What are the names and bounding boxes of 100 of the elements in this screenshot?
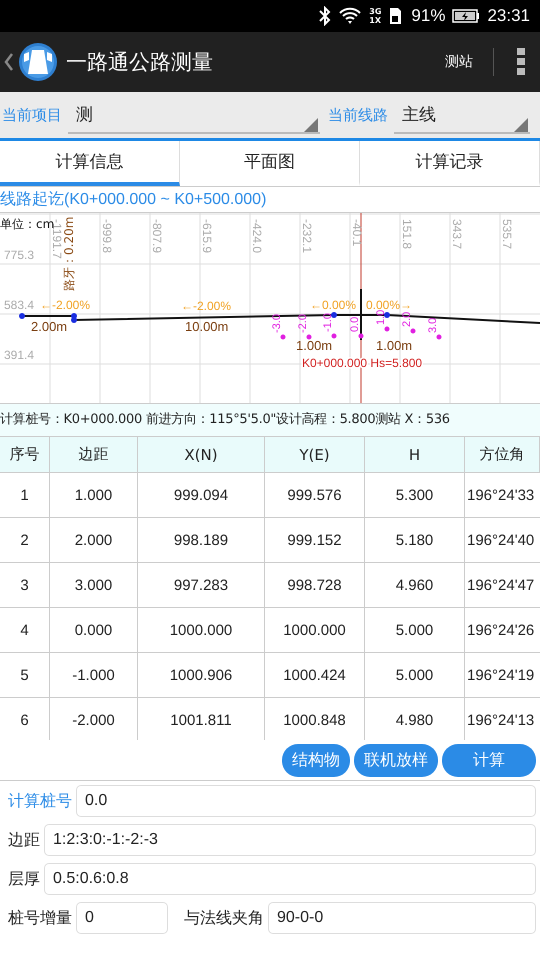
offset-point — [358, 334, 364, 338]
axis-tick-label: 583.4 — [4, 298, 34, 312]
table-cell: 0.000 — [50, 608, 138, 653]
offset-point — [436, 334, 442, 340]
width-label: 2.00m — [31, 319, 68, 334]
field-label: 边距 — [8, 830, 40, 850]
table-cell: 1001.811 — [138, 698, 265, 740]
offset-label: 2.0 — [401, 312, 413, 327]
action-button[interactable]: 联机放样 — [354, 744, 438, 776]
slope-label: ←0.00% — [310, 298, 356, 312]
route-range: 线路起讫(K0+000.000 ~ K0+500.000) — [0, 190, 268, 210]
axis-tick-label: 151.8 — [400, 219, 414, 250]
axis-tick-label: -999.8 — [100, 219, 114, 254]
selector-label: 当前线路 — [327, 106, 388, 124]
field-label: 层厚 — [8, 868, 40, 890]
field-label: 桩号增量 — [8, 908, 72, 928]
app-title: 一路通公路测量 — [66, 49, 213, 76]
table-cell: 1000.000 — [265, 608, 365, 653]
action-button[interactable]: 结构物 — [282, 744, 350, 776]
offset-point — [332, 334, 336, 338]
table-cell: 999.094 — [138, 473, 265, 518]
offset-point — [384, 326, 390, 332]
offset-point — [280, 334, 286, 340]
table-cell: 4.960 — [365, 563, 465, 608]
input-field[interactable]: 1:2:3:0:-1:-2:-3 — [44, 824, 536, 856]
curb-label: 路牙：0.20m — [62, 216, 76, 291]
table-cell: 5.000 — [365, 653, 465, 698]
bluetooth-icon — [319, 6, 332, 26]
calculation-info: 计算桩号：K0+000.000 前进方向：115°5'5.0"设计高程：5.800测站 X：536 — [0, 403, 540, 436]
table-cell: 196°24'19 — [465, 653, 540, 698]
axis-tick-label: -424.0 — [250, 219, 264, 254]
wifi-icon — [338, 6, 362, 26]
column-header: Y(E) — [265, 437, 365, 473]
input-field[interactable]: 0.5:0.6:0.8 — [44, 863, 536, 895]
axis-tick-label: -232.1 — [300, 219, 314, 254]
input-field[interactable]: 90-0-0 — [268, 902, 536, 934]
dropdown-arrow-icon — [514, 118, 528, 132]
overflow-menu-icon[interactable] — [516, 47, 526, 77]
offset-label: -1.0 — [322, 313, 334, 332]
column-header: 方位角 — [465, 437, 540, 473]
axis-tick-label: -807.9 — [150, 219, 164, 254]
input-field[interactable]: 0 — [76, 902, 168, 934]
axis-tick-label: 535.7 — [500, 219, 514, 250]
tab[interactable]: 计算信息 — [0, 141, 180, 186]
axis-tick-label: 343.7 — [450, 219, 464, 250]
table-cell: 1.000 — [50, 473, 138, 518]
width-label: 10.00m — [185, 319, 228, 334]
dropdown[interactable]: 测 — [68, 96, 320, 134]
offset-label: -2.0 — [297, 314, 309, 333]
table-cell: 196°24'47 — [465, 563, 540, 608]
table-cell: 3.000 — [50, 563, 138, 608]
table-cell: 3 — [0, 563, 50, 608]
column-header: 边距 — [50, 437, 138, 473]
column-header: X(N) — [138, 437, 265, 473]
table-cell: 196°24'40 — [465, 518, 540, 563]
road-logo-icon — [18, 42, 58, 82]
axis-tick-label: -40.1 — [350, 219, 364, 246]
slope-label: ←-2.00% — [181, 299, 232, 313]
table-cell: 4 — [0, 608, 50, 653]
table-cell: 1000.906 — [138, 653, 265, 698]
table-cell: 2 — [0, 518, 50, 563]
table-cell: 999.576 — [265, 473, 365, 518]
table-cell: 196°24'26 — [465, 608, 540, 653]
network-type: 3G — [369, 7, 382, 16]
table-cell: 6 — [0, 698, 50, 740]
table-cell: 999.152 — [265, 518, 365, 563]
table-cell: 1000.000 — [138, 608, 265, 653]
offset-point — [410, 328, 416, 334]
input-field[interactable]: 0.0 — [76, 785, 536, 817]
table-cell: 196°24'33 — [465, 473, 540, 518]
table-cell: 196°24'13 — [465, 698, 540, 740]
slope-label: ←-2.00% — [40, 298, 90, 312]
station-button[interactable]: 测站 — [429, 53, 489, 71]
dropdown[interactable]: 主线 — [394, 96, 530, 134]
dropdown-arrow-icon — [304, 118, 318, 132]
battery-icon — [452, 9, 480, 23]
network-type: 1X — [369, 16, 382, 25]
table-cell: 1000.848 — [265, 698, 365, 740]
table-cell: 997.283 — [138, 563, 265, 608]
unit-label: 单位：cm — [0, 217, 54, 231]
offset-label: 3.0 — [427, 318, 439, 333]
table-cell: 998.189 — [138, 518, 265, 563]
back-icon[interactable] — [4, 52, 14, 72]
table-cell: 5 — [0, 653, 50, 698]
offset-label: 0.0 — [349, 316, 361, 332]
axis-tick-label: 775.3 — [4, 248, 34, 262]
width-label: 1.00m — [376, 338, 412, 353]
action-button[interactable]: 计算 — [442, 744, 536, 776]
battery-percent: 91% — [411, 6, 446, 26]
table-cell: -2.000 — [50, 698, 138, 740]
table-cell: 1 — [0, 473, 50, 518]
offset-point — [306, 334, 312, 340]
offset-label: 1.0 — [375, 310, 387, 325]
table-cell: 4.980 — [365, 698, 465, 740]
column-header: 序号 — [0, 437, 50, 473]
table-cell: 5.000 — [365, 608, 465, 653]
clock: 23:31 — [487, 6, 530, 26]
field-label: 与法线夹角 — [184, 908, 264, 928]
table-cell: 5.300 — [365, 473, 465, 518]
offset-label: -3.0 — [271, 314, 283, 333]
